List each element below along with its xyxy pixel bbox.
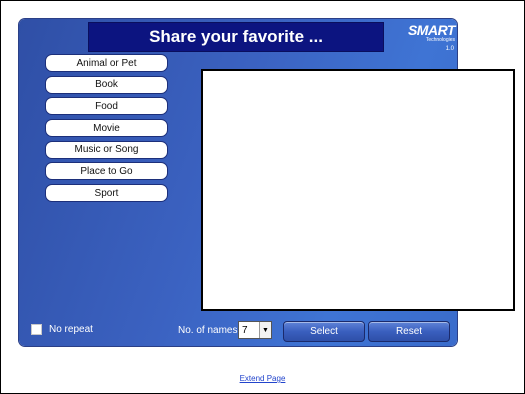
no-repeat-checkbox[interactable] bbox=[31, 324, 42, 335]
category-button-movie[interactable]: Movie bbox=[45, 119, 168, 138]
logo-subtitle: Technologies bbox=[425, 37, 455, 43]
widget-title: Share your favorite ... bbox=[88, 22, 384, 52]
no-of-names-dropdown[interactable]: 7 ▼ bbox=[238, 321, 272, 339]
extend-page-link[interactable]: Extend Page bbox=[0, 374, 525, 383]
category-button-sport[interactable]: Sport bbox=[45, 184, 168, 203]
category-button-animal-or-pet[interactable]: Animal or Pet bbox=[45, 54, 168, 72]
select-button[interactable]: Select bbox=[283, 321, 365, 342]
no-repeat-label: No repeat bbox=[49, 324, 93, 335]
category-button-food[interactable]: Food bbox=[45, 97, 168, 116]
no-of-names-label: No. of names bbox=[178, 325, 238, 336]
no-of-names-value: 7 bbox=[242, 324, 248, 336]
version-label: 1.0 bbox=[445, 46, 454, 52]
category-button-music-or-song[interactable]: Music or Song bbox=[45, 140, 168, 159]
chevron-down-icon[interactable]: ▼ bbox=[259, 322, 271, 338]
logo-brand: SMART bbox=[407, 22, 456, 38]
category-list: Animal or Pet Book Food Movie Music or S… bbox=[45, 54, 168, 206]
category-button-book[interactable]: Book bbox=[45, 75, 168, 94]
reset-button[interactable]: Reset bbox=[368, 321, 450, 342]
no-repeat-option[interactable]: No repeat bbox=[31, 324, 93, 335]
category-button-place-to-go[interactable]: Place to Go bbox=[45, 162, 168, 181]
names-display-area bbox=[201, 69, 515, 311]
